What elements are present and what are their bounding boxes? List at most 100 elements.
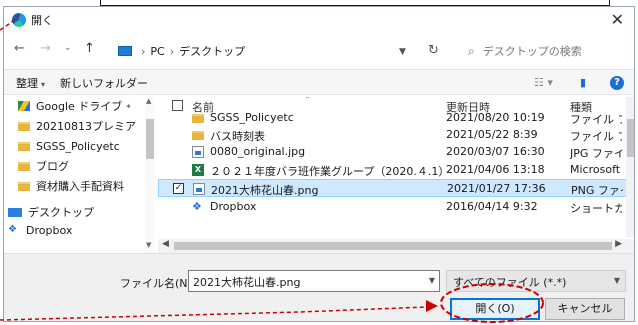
file-date: 2021/01/27 17:36 (447, 182, 546, 195)
nav-item-blog[interactable]: ブログ (18, 157, 69, 175)
pin-icon: ✦ (125, 101, 132, 111)
file-type: Microsoft Excel (570, 163, 622, 176)
filetype-value: すべてのファイル (*.*) (453, 276, 567, 289)
table-row[interactable]: バス時刻表 2021/05/22 8:39 ファイル フォルダー (158, 126, 628, 144)
refresh-icon[interactable]: ↻ (428, 43, 439, 58)
scroll-down-icon[interactable]: ▼ (146, 241, 151, 249)
filename-input[interactable]: 2021大柿花山春.png ▼ (188, 270, 440, 292)
sort-ascending-icon: ⌃ (304, 97, 311, 104)
pc-icon (118, 46, 132, 56)
navigation-pane: Google ドライブ ✦ 20210813プレミア SGSS_Policyet… (4, 97, 156, 253)
nav-item-label: 20210813プレミア (36, 120, 136, 133)
folder-icon (192, 131, 204, 140)
nav-item-label: 資材購入手配資料 (36, 180, 124, 193)
breadcrumb-separator-icon: › (141, 44, 146, 58)
filename-history-chevron-icon[interactable]: ▼ (429, 276, 435, 285)
table-row[interactable]: SGSS_Policyetc 2021/08/20 10:19 ファイル フォル… (158, 109, 628, 127)
table-row[interactable]: ❖ Dropbox 2016/04/14 9:32 ショートカット (158, 198, 628, 216)
file-date: 2016/04/14 9:32 (446, 200, 538, 213)
breadcrumb-item-pc[interactable]: PC (150, 45, 164, 58)
scrollbar-thumb[interactable] (146, 119, 154, 159)
search-input[interactable]: ⌕ デスクトップの検索 (462, 40, 626, 62)
file-date: 2021/08/20 10:19 (446, 111, 545, 124)
command-bar: 整理 ▾ 新しいフォルダー ☷ ▾ ▮ ? (4, 69, 634, 95)
scroll-right-icon[interactable]: ▶ (615, 239, 622, 249)
organize-chevron-icon: ▾ (41, 80, 46, 89)
nav-item-google-drive[interactable]: Google ドライブ ✦ (18, 97, 132, 115)
table-row-selected[interactable]: ✓ 2021大柿花山春.png 2021/01/27 17:36 PNG ファイ… (158, 179, 628, 197)
filename-value: 2021大柿花山春.png (193, 276, 301, 289)
dropbox-icon: ❖ (8, 224, 17, 235)
file-type: ファイル フォルダー (570, 130, 622, 143)
file-type: ファイル フォルダー (570, 113, 622, 126)
help-icon[interactable]: ? (610, 76, 624, 90)
file-name: ２０２１年度バラ班作業グループ（2020.４.1）.xlsx (210, 165, 442, 178)
scroll-up-icon[interactable]: ▲ (146, 97, 151, 105)
file-list: ⌃ 名前 更新日時 種類 SGSS_Policyetc 2021/08/20 1… (158, 97, 634, 253)
search-placeholder: デスクトップの検索 (482, 45, 582, 58)
file-date: 2021/04/06 13:18 (446, 163, 545, 176)
folder-icon (18, 121, 30, 131)
nav-item-desktop[interactable]: デスクトップ (8, 203, 94, 221)
file-name: バス時刻表 (210, 130, 265, 143)
filetype-chevron-icon: ▼ (613, 276, 620, 285)
folder-icon (18, 161, 30, 171)
dialog-footer: ファイル名(N): 2021大柿花山春.png ▼ すべてのファイル (*.*)… (4, 253, 634, 321)
image-file-icon (193, 183, 205, 195)
forward-arrow-icon[interactable]: → (40, 41, 51, 56)
file-type: JPG ファイル (570, 147, 622, 160)
file-name: SGSS_Policyetc (210, 111, 294, 124)
recent-locations-chevron-icon[interactable]: ⌄ (64, 43, 72, 53)
table-row[interactable]: 0080_original.jpg 2020/03/07 16:30 JPG フ… (158, 143, 628, 161)
path-dropdown-chevron-icon[interactable]: ▼ (399, 47, 406, 57)
nav-item-premier-folder[interactable]: 20210813プレミア (18, 117, 136, 135)
scroll-left-icon[interactable]: ◀ (162, 239, 169, 249)
file-list-vertical-scrollbar[interactable] (626, 97, 634, 237)
table-row[interactable]: X ２０２１年度バラ班作業グループ（2020.４.1）.xlsx 2021/04… (158, 161, 628, 179)
folder-icon (192, 114, 204, 123)
filename-label: ファイル名(N): (120, 277, 196, 290)
address-bar: ← → ⌄ ↑ › PC › デスクトップ ▼ ↻ ⌕ デスクトップの検索 (4, 37, 634, 65)
nav-item-sgss-policyetc[interactable]: SGSS_Policyetc (18, 137, 120, 155)
dropbox-icon: ❖ (192, 200, 202, 213)
file-name: 0080_original.jpg (210, 145, 306, 158)
preview-pane-icon[interactable]: ▮ (580, 76, 586, 89)
breadcrumb-item-desktop[interactable]: デスクトップ (179, 43, 245, 59)
excel-file-icon: X (192, 164, 204, 176)
organize-label: 整理 (16, 77, 38, 90)
file-name: Dropbox (210, 200, 257, 213)
view-options-icon[interactable]: ☷ ▾ (534, 76, 553, 89)
navigation-scrollbar[interactable]: ▲ ▼ (145, 97, 155, 253)
search-icon: ⌕ (468, 43, 475, 58)
nav-item-label: SGSS_Policyetc (36, 139, 120, 153)
breadcrumb-separator-icon: › (169, 44, 175, 58)
folder-icon (18, 141, 30, 151)
file-type: PNG ファイル (571, 184, 623, 197)
nav-item-label: デスクトップ (28, 206, 94, 219)
file-date: 2020/03/07 16:30 (446, 145, 545, 158)
row-checkbox-checked[interactable]: ✓ (173, 183, 184, 194)
open-button[interactable]: 開く(O) (450, 298, 540, 320)
file-date: 2021/05/22 8:39 (446, 128, 538, 141)
file-list-horizontal-scrollbar[interactable]: ◀ ▶ (158, 239, 634, 253)
google-drive-icon (18, 101, 30, 111)
back-arrow-icon[interactable]: ← (14, 41, 25, 56)
filetype-select[interactable]: すべてのファイル (*.*) ▼ (446, 270, 626, 292)
image-file-icon (192, 146, 204, 158)
nav-item-materials[interactable]: 資材購入手配資料 (18, 177, 124, 195)
new-folder-button[interactable]: 新しいフォルダー (60, 75, 148, 91)
cancel-button[interactable]: キャンセル (545, 298, 625, 320)
close-icon[interactable]: ✕ (611, 10, 624, 29)
nav-item-label: ブログ (36, 160, 69, 173)
scrollbar-thumb[interactable] (174, 242, 612, 250)
dialog-title: 開く (31, 14, 53, 27)
desktop-icon (8, 207, 22, 217)
organize-button[interactable]: 整理 ▾ (16, 75, 45, 91)
nav-item-label: Dropbox (26, 223, 73, 237)
folder-icon (18, 181, 30, 191)
open-file-dialog: 開く ✕ ← → ⌄ ↑ › PC › デスクトップ ▼ ↻ ⌕ デスクトップの… (3, 6, 635, 322)
nav-item-label: Google ドライブ (36, 100, 123, 113)
nav-item-dropbox[interactable]: ❖ Dropbox (8, 221, 72, 239)
up-arrow-icon[interactable]: ↑ (84, 41, 95, 56)
scrollbar-thumb[interactable] (627, 119, 634, 157)
